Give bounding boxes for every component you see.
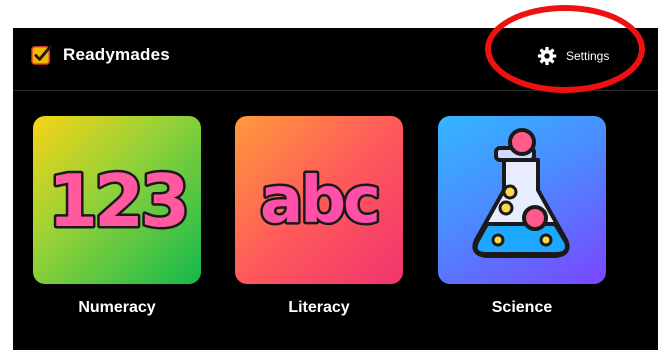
app-window: Readymades Settings 123 Numeracy abc Lit… — [13, 28, 658, 350]
literacy-tile[interactable]: abc — [235, 116, 403, 284]
numbers-123-icon: 123 — [45, 157, 192, 246]
literacy-art-text: abc — [260, 164, 378, 238]
subject-numeracy: 123 Numeracy — [33, 116, 201, 317]
brand[interactable]: Readymades — [31, 43, 170, 66]
gear-icon — [537, 46, 557, 66]
numeracy-art-text: 123 — [48, 159, 186, 243]
top-bar: Readymades Settings — [13, 28, 658, 91]
flask-icon — [472, 128, 570, 258]
letters-abc-icon: abc — [258, 162, 384, 241]
science-label: Science — [491, 299, 553, 316]
subject-science: Science — [438, 116, 606, 317]
brand-name: Readymades — [63, 44, 170, 64]
subject-literacy: abc Literacy — [235, 116, 403, 317]
settings-button[interactable]: Settings — [537, 46, 609, 66]
science-tile[interactable] — [438, 116, 606, 284]
settings-label: Settings — [566, 49, 610, 63]
literacy-label: Literacy — [288, 299, 350, 316]
numeracy-tile[interactable]: 123 — [33, 116, 201, 284]
numeracy-label: Numeracy — [78, 299, 156, 316]
checkbox-logo-icon — [31, 45, 52, 65]
